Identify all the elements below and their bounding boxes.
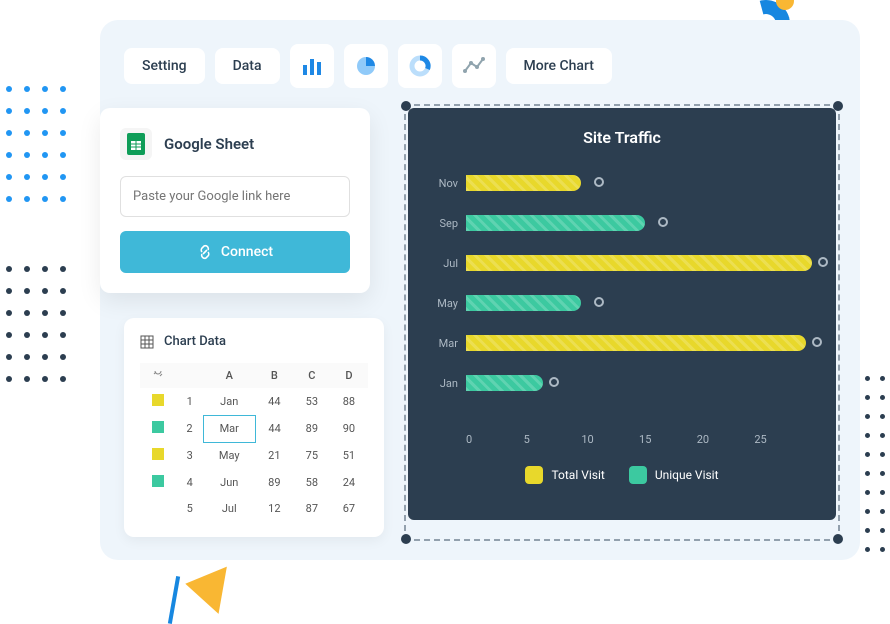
legend-unique-visit: Unique Visit <box>629 466 719 484</box>
link-icon <box>197 244 213 260</box>
more-chart-button[interactable]: More Chart <box>506 48 612 84</box>
legend-total-visit: Total Visit <box>525 466 604 484</box>
line-chart-icon[interactable] <box>452 44 496 88</box>
data-table[interactable]: ABCD1Jan4453882Mar4489903May2175514Jun89… <box>140 363 368 521</box>
legend: Total Visit Unique Visit <box>432 466 812 484</box>
data-tab[interactable]: Data <box>215 48 280 84</box>
toolbar: Setting Data More Chart <box>124 44 836 88</box>
data-table-title: Chart Data <box>164 334 226 349</box>
chart-data-card: Chart Data ABCD1Jan4453882Mar4489903May2… <box>124 318 384 537</box>
chart-container[interactable]: Site Traffic NovSepJulMayMarJan 05101520… <box>408 108 836 537</box>
bar-chart-icon[interactable] <box>290 44 334 88</box>
chart-title: Site Traffic <box>432 128 812 147</box>
google-sheet-card: Google Sheet Connect <box>100 108 370 293</box>
chart-bars: NovSepJulMayMarJan <box>432 165 812 425</box>
donut-chart-icon[interactable] <box>398 44 442 88</box>
table-icon <box>140 335 154 349</box>
sheet-link-input[interactable] <box>120 176 350 217</box>
setting-tab[interactable]: Setting <box>124 48 205 84</box>
decoration-dots-blue <box>0 80 72 212</box>
x-axis: 0510152025 <box>466 433 812 446</box>
decoration-dots-dark <box>0 260 72 392</box>
connect-button[interactable]: Connect <box>120 231 350 273</box>
pie-chart-icon[interactable] <box>344 44 388 88</box>
sheet-title: Google Sheet <box>164 135 254 153</box>
decoration-triangle <box>180 568 228 606</box>
google-sheet-icon <box>120 128 152 160</box>
app-window: Setting Data More Chart Google Sheet Con… <box>100 20 860 560</box>
